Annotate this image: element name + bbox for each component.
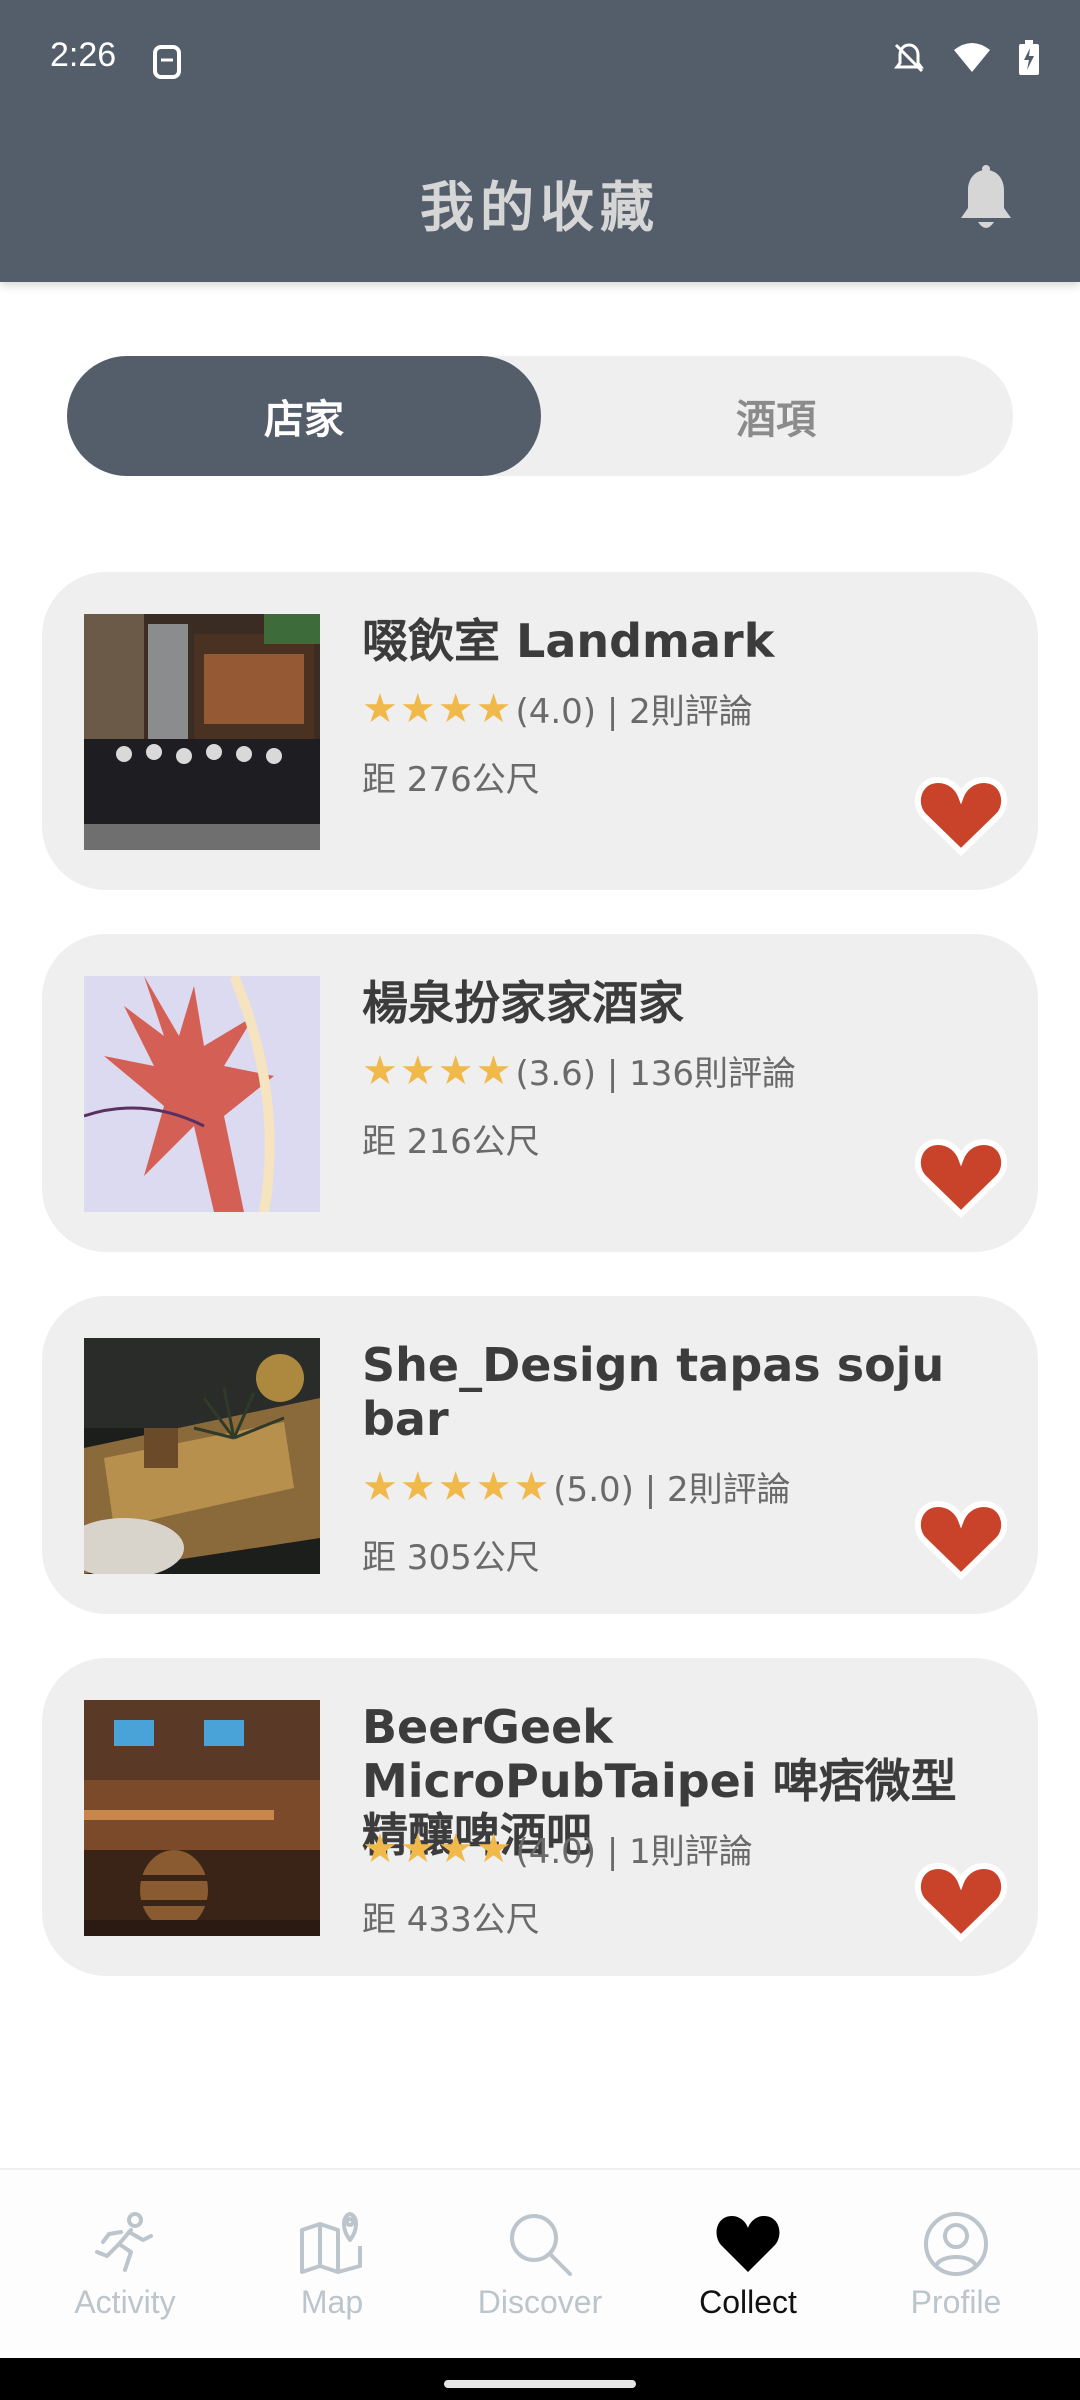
bottom-nav: Activity Map Discover Collect Profile: [0, 2168, 1080, 2360]
heart-icon[interactable]: [914, 1858, 1008, 1944]
store-thumbnail: [84, 614, 320, 850]
rating-row: ★★★★ (4.0) | 1則評論: [362, 1824, 753, 1873]
status-time: 2:26: [50, 36, 117, 74]
nav-activity[interactable]: Activity: [17, 2170, 233, 2360]
page-title: 我的收藏: [420, 176, 660, 239]
rating-text: (4.0) | 2則評論: [515, 692, 753, 732]
category-toggle: 店家 酒項: [67, 356, 1013, 476]
sim-icon: [153, 45, 181, 79]
star-rating: ★★★★: [362, 685, 514, 732]
nav-collect[interactable]: Collect: [640, 2170, 856, 2360]
nav-profile[interactable]: Profile: [848, 2170, 1064, 2360]
distance-text: 距 433公尺: [362, 1900, 540, 1940]
running-person-icon: [95, 2212, 153, 2272]
star-rating: ★★★★: [362, 1825, 514, 1872]
rating-row: ★★★★ (3.6) | 136則評論: [362, 1046, 796, 1095]
search-icon: [510, 2214, 572, 2276]
store-name: 楊泉扮家家酒家: [362, 976, 684, 1030]
star-rating: ★★★★: [362, 1047, 514, 1094]
distance-text: 距 216公尺: [362, 1122, 540, 1162]
distance-text: 距 276公尺: [362, 760, 540, 800]
favorite-card[interactable]: 啜飲室 Landmark ★★★★ (4.0) | 2則評論 距 276公尺: [42, 572, 1038, 890]
tab-drinks[interactable]: 酒項: [539, 356, 1013, 476]
rating-row: ★★★★★ (5.0) | 2則評論: [362, 1462, 791, 1511]
rating-text: (5.0) | 2則評論: [553, 1470, 791, 1510]
store-name: She_Design tapas soju bar: [362, 1338, 945, 1446]
app-header: 2:26 我的收藏: [0, 0, 1080, 282]
store-thumbnail: [84, 976, 320, 1212]
heart-icon[interactable]: [914, 1496, 1008, 1582]
nav-label: Collect: [699, 2284, 797, 2320]
favorite-card[interactable]: She_Design tapas soju bar ★★★★★ (5.0) | …: [42, 1296, 1038, 1614]
nav-label: Map: [300, 2284, 364, 2320]
store-name: 啜飲室 Landmark: [362, 614, 775, 668]
wifi-icon: [954, 43, 990, 72]
battery-icon: [1019, 40, 1039, 75]
store-thumbnail: [84, 1700, 320, 1936]
store-thumbnail: [84, 1338, 320, 1574]
heart-icon[interactable]: [914, 1134, 1008, 1220]
gesture-bar: [0, 2358, 1080, 2400]
rating-text: (3.6) | 136則評論: [515, 1054, 797, 1094]
profile-icon: [924, 2212, 988, 2276]
tab-stores[interactable]: 店家: [67, 356, 541, 476]
bell-off-icon: [894, 43, 924, 73]
favorite-card[interactable]: 楊泉扮家家酒家 ★★★★ (3.6) | 136則評論 距 216公尺: [42, 934, 1038, 1252]
nav-discover[interactable]: Discover: [432, 2170, 648, 2360]
nav-map[interactable]: Map: [224, 2170, 440, 2360]
bell-icon[interactable]: [955, 164, 1017, 236]
rating-text: (4.0) | 1則評論: [515, 1832, 753, 1872]
heart-icon[interactable]: [914, 772, 1008, 858]
nav-label: Discover: [477, 2284, 603, 2320]
distance-text: 距 305公尺: [362, 1538, 540, 1578]
rating-row: ★★★★ (4.0) | 2則評論: [362, 684, 753, 733]
status-icons: [892, 40, 1040, 76]
star-rating: ★★★★★: [362, 1463, 552, 1510]
gesture-handle[interactable]: [444, 2380, 636, 2388]
favorite-card[interactable]: BeerGeek MicroPubTaipei 啤痞微型精釀啤酒吧 ★★★★ (…: [42, 1658, 1038, 1976]
map-icon: [300, 2212, 362, 2274]
nav-label: Activity: [74, 2284, 176, 2320]
nav-label: Profile: [910, 2284, 1002, 2320]
heart-icon: [716, 2216, 780, 2272]
